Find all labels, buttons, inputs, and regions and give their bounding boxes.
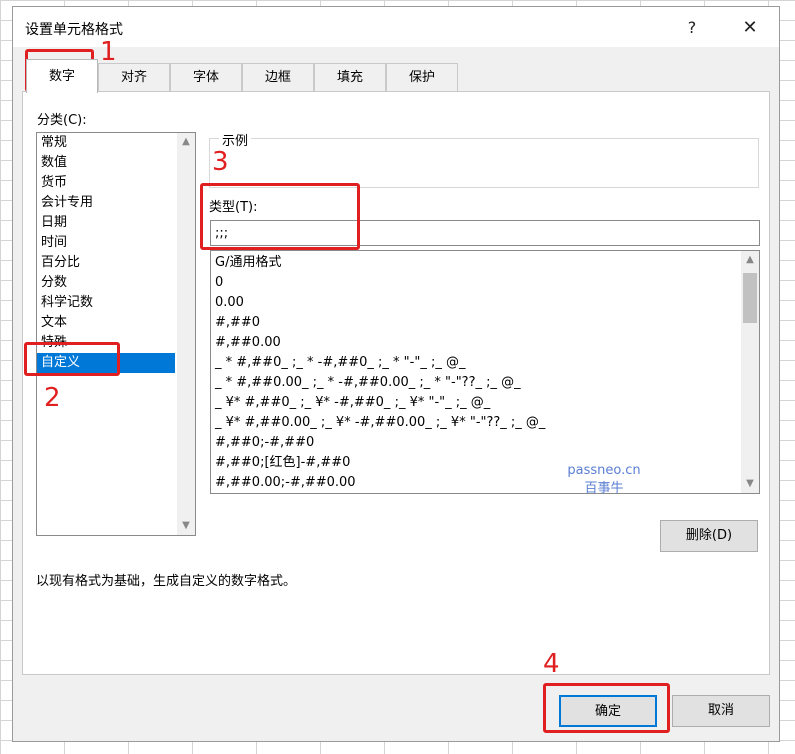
category-item-text[interactable]: 文本: [37, 313, 175, 333]
format-item[interactable]: 0: [215, 273, 223, 293]
category-item-scientific[interactable]: 科学记数: [37, 293, 175, 313]
format-item[interactable]: #,##0.00: [215, 333, 281, 353]
category-label: 分类(C):: [37, 113, 87, 128]
category-item-accounting[interactable]: 会计专用: [37, 193, 175, 213]
format-item[interactable]: G/通用格式: [215, 253, 281, 273]
scroll-down-icon[interactable]: ▼: [177, 517, 195, 535]
scroll-up-icon[interactable]: ▲: [741, 251, 759, 269]
close-icon[interactable]: ✕: [735, 17, 765, 39]
sample-box: [209, 138, 759, 188]
delete-button[interactable]: 删除(D): [660, 520, 758, 552]
tab-font[interactable]: 字体: [170, 63, 242, 91]
cancel-button[interactable]: 取消: [672, 695, 770, 727]
format-item[interactable]: #,##0;[红色]-#,##0: [215, 453, 350, 473]
category-item-time[interactable]: 时间: [37, 233, 175, 253]
format-item[interactable]: #,##0: [215, 313, 260, 333]
watermark-brand: 百事牛: [584, 481, 624, 496]
annotation-number-1: 1: [100, 37, 117, 67]
tab-border[interactable]: 边框: [242, 63, 314, 91]
title-bar: 设置单元格格式 ? ✕: [13, 7, 779, 47]
scroll-down-icon[interactable]: ▼: [741, 475, 759, 493]
annotation-number-2: 2: [44, 383, 61, 413]
tab-number[interactable]: 数字: [26, 59, 98, 93]
format-item[interactable]: _ ¥* #,##0.00_ ;_ ¥* -#,##0.00_ ;_ ¥* "-…: [215, 413, 545, 433]
help-icon[interactable]: ?: [677, 17, 707, 39]
tab-fill[interactable]: 填充: [314, 63, 386, 91]
format-cells-dialog: 设置单元格格式 ? ✕ 数字 对齐 字体 边框 填充 保护 分类(C): 常规 …: [12, 6, 780, 742]
category-scrollbar[interactable]: ▲ ▼: [177, 133, 195, 535]
tab-protection[interactable]: 保护: [386, 63, 458, 91]
scroll-thumb[interactable]: [743, 273, 757, 323]
category-item-percentage[interactable]: 百分比: [37, 253, 175, 273]
format-item[interactable]: _ ¥* #,##0_ ;_ ¥* -#,##0_ ;_ ¥* "-"_ ;_ …: [215, 393, 490, 413]
category-item-fraction[interactable]: 分数: [37, 273, 175, 293]
format-item[interactable]: 0.00: [215, 293, 244, 313]
format-item[interactable]: _ * #,##0_ ;_ * -#,##0_ ;_ * "-"_ ;_ @_: [215, 353, 465, 373]
format-scrollbar[interactable]: ▲ ▼: [741, 251, 759, 493]
annotation-box-2: [24, 342, 120, 376]
watermark-url: passneo.cn: [567, 463, 641, 478]
category-item-general[interactable]: 常规: [37, 133, 175, 153]
watermark: passneo.cn 百事牛: [559, 462, 649, 498]
format-item[interactable]: _ * #,##0.00_ ;_ * -#,##0.00_ ;_ * "-"??…: [215, 373, 521, 393]
annotation-number-4: 4: [543, 649, 560, 679]
format-list[interactable]: G/通用格式 0 0.00 #,##0 #,##0.00 _ * #,##0_ …: [210, 250, 760, 494]
category-item-number[interactable]: 数值: [37, 153, 175, 173]
dialog-title: 设置单元格格式: [25, 22, 123, 38]
tab-alignment[interactable]: 对齐: [98, 63, 170, 91]
format-item[interactable]: #,##0;-#,##0: [215, 433, 314, 453]
number-tab-panel: 分类(C): 常规 数值 货币 会计专用 日期 时间 百分比 分数 科学记数 文…: [22, 91, 770, 675]
annotation-number-3: 3: [212, 147, 229, 177]
category-item-currency[interactable]: 货币: [37, 173, 175, 193]
scroll-up-icon[interactable]: ▲: [177, 133, 195, 151]
description-text: 以现有格式为基础，生成自定义的数字格式。: [36, 574, 297, 589]
category-item-date[interactable]: 日期: [37, 213, 175, 233]
annotation-box-4: [543, 683, 670, 733]
format-item[interactable]: #,##0.00;-#,##0.00: [215, 473, 356, 493]
annotation-box-3: [200, 183, 360, 250]
category-list[interactable]: 常规 数值 货币 会计专用 日期 时间 百分比 分数 科学记数 文本 特殊 自定…: [36, 132, 196, 536]
